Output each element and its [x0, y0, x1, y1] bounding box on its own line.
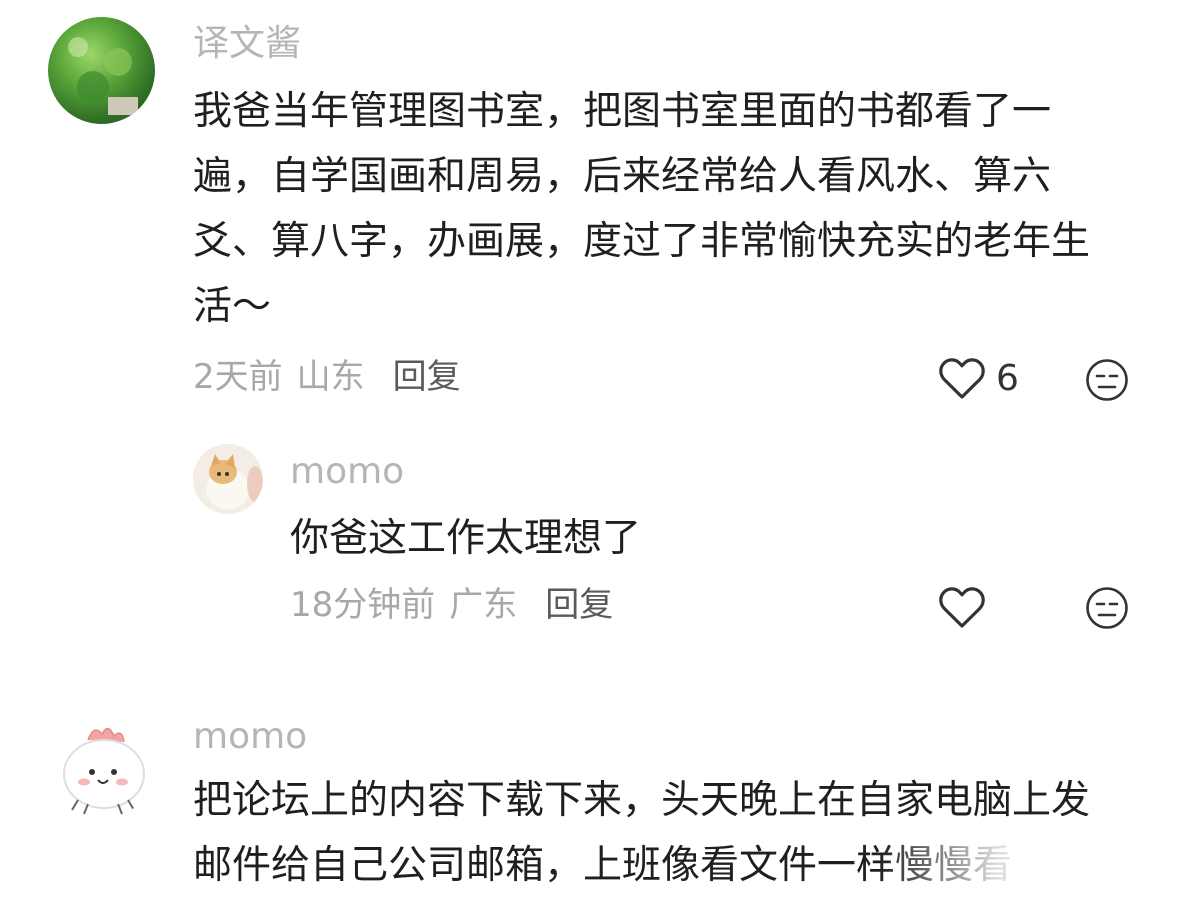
user-avatar[interactable] [193, 444, 263, 514]
comment-username[interactable]: 译文酱 [193, 22, 301, 66]
comment-meta: 2天前 山东 回复 [193, 355, 461, 399]
heart-icon [939, 587, 985, 628]
like-button[interactable] [938, 585, 996, 629]
like-count: 6 [996, 357, 1019, 399]
meh-face-icon[interactable] [1085, 586, 1129, 630]
user-avatar[interactable] [48, 712, 155, 819]
cat-icon [206, 454, 263, 509]
reply-button[interactable]: 回复 [545, 585, 613, 625]
cute-chick-icon [63, 727, 145, 815]
like-button[interactable]: 6 [938, 356, 1019, 400]
comment-time: 18分钟前 [290, 585, 436, 625]
comment-location: 山东 [296, 357, 365, 397]
comment-location: 广东 [449, 585, 518, 625]
comment-item: 译文酱 我爸当年管理图书室，把图书室里面的书都看了一遍，自学国画和周易，后来经常… [0, 0, 1179, 420]
watermark-fade [879, 820, 1179, 890]
reply-item: momo 你爸这工作太理想了 18分钟前 广东 回复 [0, 420, 1179, 660]
comment-username[interactable]: momo [290, 450, 404, 494]
landscape-plant-icon [68, 37, 138, 115]
comment-meta: 18分钟前 广东 回复 [290, 583, 613, 627]
heart-icon [939, 358, 985, 399]
comment-text: 我爸当年管理图书室，把图书室里面的书都看了一遍，自学国画和周易，后来经常给人看风… [193, 89, 1091, 329]
meh-face-icon[interactable] [1085, 358, 1129, 402]
comment-time: 2天前 [193, 357, 283, 397]
user-avatar[interactable] [48, 17, 155, 124]
reply-button[interactable]: 回复 [393, 357, 461, 397]
comment-text: 你爸这工作太理想了 [290, 516, 642, 561]
comment-username[interactable]: momo [193, 715, 307, 759]
